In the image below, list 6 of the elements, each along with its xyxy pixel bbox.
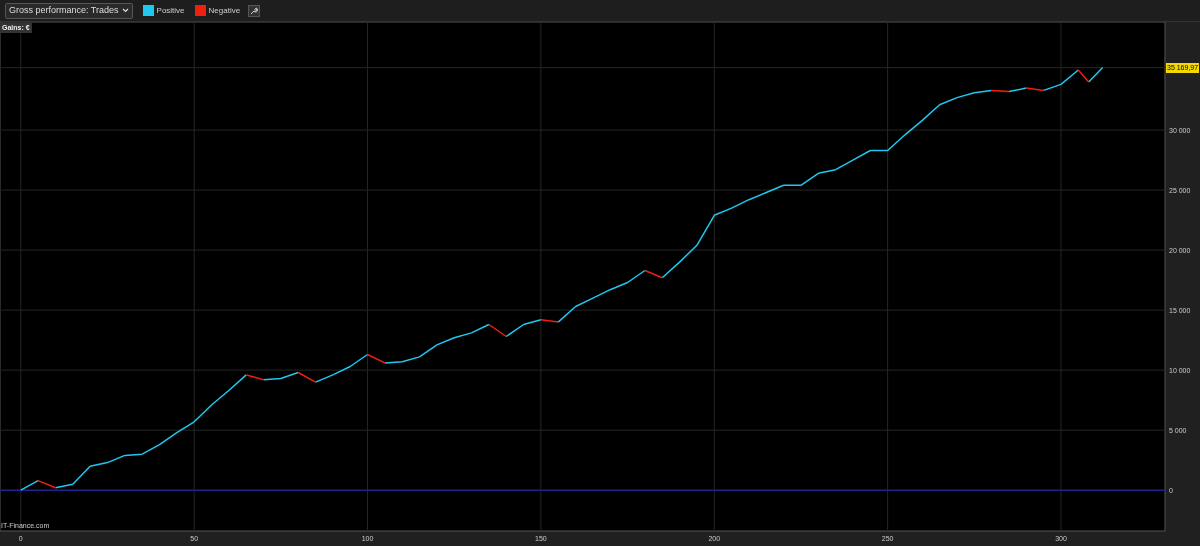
legend-label: Negative bbox=[208, 4, 241, 17]
chevron-down-icon bbox=[121, 8, 129, 13]
chart-type-dropdown[interactable]: Gross performance: Trades bbox=[5, 2, 133, 19]
legend-label: Positive bbox=[156, 4, 185, 17]
wrench-button[interactable] bbox=[248, 4, 261, 17]
wrench-icon bbox=[250, 6, 259, 15]
